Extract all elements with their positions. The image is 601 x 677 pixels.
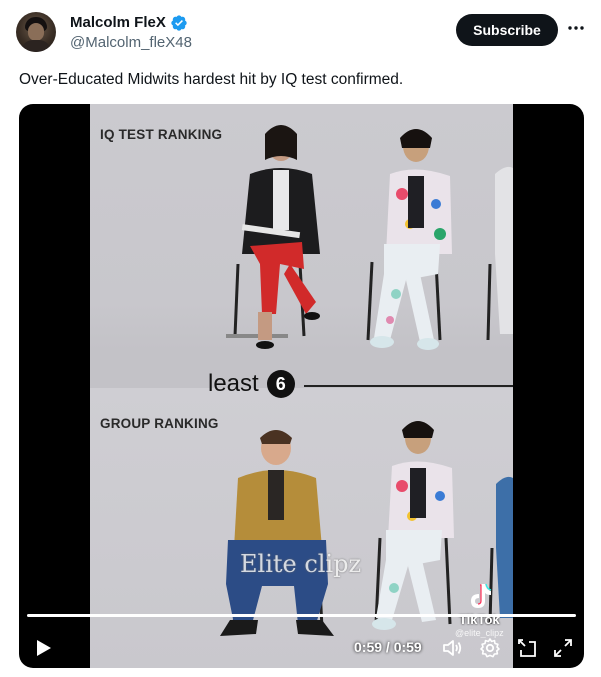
avatar-body bbox=[21, 40, 51, 52]
play-icon[interactable] bbox=[31, 636, 55, 660]
author-handle[interactable]: @Malcolm_fleX48 bbox=[70, 33, 192, 53]
rank-divider bbox=[304, 385, 513, 387]
settings-gear-icon[interactable] bbox=[478, 636, 502, 660]
video-player[interactable]: IQ TEST RANKING least 6 GROUP RANKING El… bbox=[19, 104, 584, 668]
bottom-panel-label: GROUP RANKING bbox=[100, 416, 219, 431]
tweet-text: Over-Educated Midwits hardest hit by IQ … bbox=[19, 71, 404, 88]
volume-icon[interactable] bbox=[440, 636, 464, 660]
tweet-header: Malcolm FleX @Malcolm_fleX48 Subscribe bbox=[16, 12, 586, 56]
author-display-name[interactable]: Malcolm FleX bbox=[70, 14, 166, 32]
more-dots-icon bbox=[568, 26, 584, 30]
video-time: 0:59 / 0:59 bbox=[354, 639, 422, 655]
video-progress-bar[interactable] bbox=[27, 614, 576, 617]
picture-in-picture-icon[interactable] bbox=[515, 636, 539, 660]
fullscreen-icon[interactable] bbox=[551, 636, 575, 660]
video-controls: 0:59 / 0:59 bbox=[19, 628, 584, 668]
author-avatar[interactable] bbox=[16, 12, 56, 52]
subscribe-button[interactable]: Subscribe bbox=[456, 14, 558, 46]
avatar-face bbox=[28, 23, 44, 41]
author-display-name-row[interactable]: Malcolm FleX bbox=[70, 14, 192, 32]
watermark-text: Elite clipz bbox=[240, 550, 362, 578]
video-scene-top bbox=[226, 125, 513, 350]
tiktok-logo-icon bbox=[471, 583, 492, 608]
author-name-block: Malcolm FleX @Malcolm_fleX48 bbox=[70, 14, 192, 53]
top-panel-label: IQ TEST RANKING bbox=[100, 127, 223, 142]
more-horizontal-icon[interactable] bbox=[566, 18, 586, 38]
verified-badge-icon bbox=[171, 15, 187, 31]
video-frame: IQ TEST RANKING least 6 GROUP RANKING El… bbox=[90, 104, 513, 668]
